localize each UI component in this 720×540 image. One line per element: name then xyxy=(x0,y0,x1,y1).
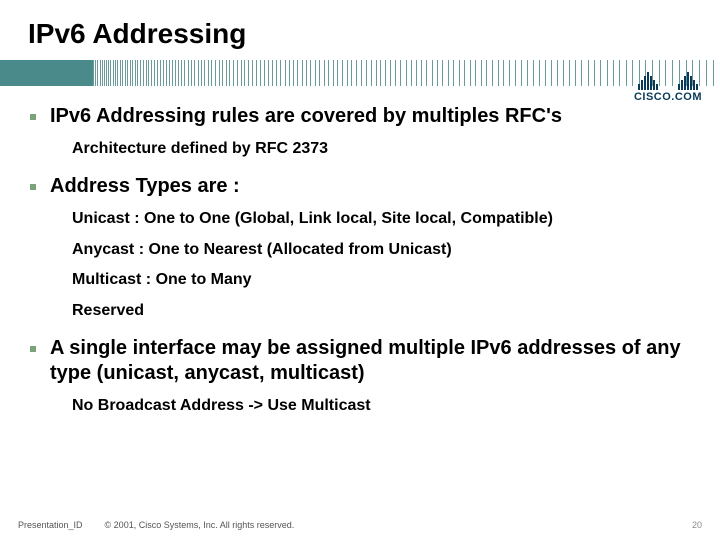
cisco-logo: CISCO.COM xyxy=(634,70,702,103)
page-number: 20 xyxy=(692,520,702,530)
bullet-item: IPv6 Addressing rules are covered by mul… xyxy=(30,104,690,129)
bullet-item: Address Types are : xyxy=(30,174,690,199)
slide-title: IPv6 Addressing xyxy=(0,0,720,60)
slide-footer: Presentation_ID © 2001, Cisco Systems, I… xyxy=(18,520,702,530)
bullet-text: IPv6 Addressing rules are covered by mul… xyxy=(50,104,562,129)
bullet-icon xyxy=(30,346,36,352)
sub-item: Multicast : One to Many xyxy=(72,270,690,291)
presentation-id: Presentation_ID xyxy=(18,520,83,530)
sub-item: Reserved xyxy=(72,301,690,322)
bullet-icon xyxy=(30,184,36,190)
sub-item: No Broadcast Address -> Use Multicast xyxy=(72,396,690,417)
bullet-text: A single interface may be assigned multi… xyxy=(50,336,690,386)
slide-content: IPv6 Addressing rules are covered by mul… xyxy=(0,104,720,417)
logo-text: CISCO.COM xyxy=(634,91,702,103)
bullet-text: Address Types are : xyxy=(50,174,240,199)
copyright-text: © 2001, Cisco Systems, Inc. All rights r… xyxy=(105,520,295,530)
sub-item: Architecture defined by RFC 2373 xyxy=(72,139,690,160)
bullet-item: A single interface may be assigned multi… xyxy=(30,336,690,386)
sub-item: Anycast : One to Nearest (Allocated from… xyxy=(72,240,690,261)
sub-item: Unicast : One to One (Global, Link local… xyxy=(72,209,690,230)
bullet-icon xyxy=(30,114,36,120)
title-divider xyxy=(0,60,720,86)
